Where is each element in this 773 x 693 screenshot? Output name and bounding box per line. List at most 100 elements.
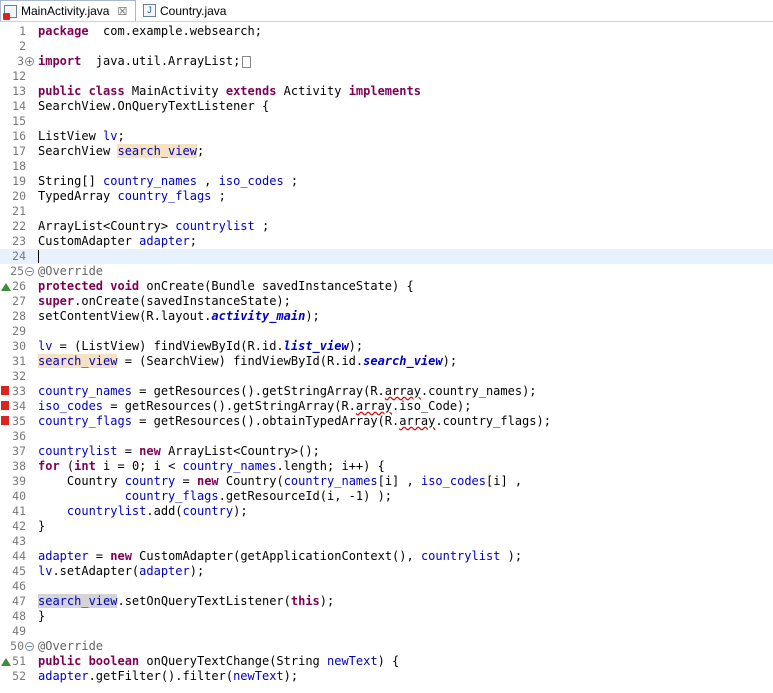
code-token: Country — [38, 474, 125, 488]
code-line[interactable]: 34 iso_codes = getResources().getStringAr… — [0, 399, 773, 414]
code-editor[interactable]: 1 package com.example.websearch; 2 3 + import… — [0, 24, 773, 693]
line-gutter: 16 — [0, 129, 34, 144]
code-token: ; — [254, 219, 270, 233]
code-line[interactable]: 26 protected void onCreate(Bundle savedIn… — [0, 279, 773, 294]
code-line[interactable]: 41 countrylist.add(country); — [0, 504, 773, 519]
close-icon[interactable]: ☒ — [117, 5, 127, 18]
line-gutter: 21 — [0, 204, 34, 219]
code-line[interactable]: 31 search_view = (SearchView) findViewByI… — [0, 354, 773, 369]
line-number: 39 — [12, 474, 26, 488]
line-number: 49 — [12, 624, 26, 638]
error-marker-icon[interactable] — [1, 386, 9, 395]
code-line[interactable]: 42} — [0, 519, 773, 534]
code-line[interactable]: 12 — [0, 69, 773, 84]
code-token: .add( — [146, 504, 183, 518]
line-number: 22 — [12, 219, 26, 233]
code-line[interactable]: 24 — [0, 249, 773, 264]
code-line[interactable]: 22 ArrayList<Country> countrylist ; — [0, 219, 773, 234]
line-gutter: 44 — [0, 549, 34, 564]
code-line[interactable]: 1 package com.example.websearch; — [0, 24, 773, 39]
code-line[interactable]: 43 — [0, 534, 773, 549]
code-token: .country_names); — [420, 384, 537, 398]
code-line[interactable]: 36 — [0, 429, 773, 444]
code-line[interactable]: 29 — [0, 324, 773, 339]
code-token: ) { — [377, 654, 400, 668]
code-line[interactable]: 46 — [0, 579, 773, 594]
code-line[interactable]: 2 — [0, 39, 773, 54]
line-number: 42 — [12, 519, 26, 533]
code-line[interactable]: 51 public boolean onQueryTextChange(Strin… — [0, 654, 773, 669]
code-token: country_names — [38, 384, 132, 398]
line-gutter: 46 — [0, 579, 34, 594]
code-token: adapter — [139, 564, 190, 578]
line-gutter: 38 — [0, 459, 34, 474]
code-token: iso_codes — [420, 474, 486, 488]
code-line[interactable]: 18 — [0, 159, 773, 174]
code-line[interactable]: 19 String[] country_names , iso_codes ; — [0, 174, 773, 189]
code-token: = getResources().getStringArray(R. — [103, 399, 356, 413]
line-number: 37 — [12, 444, 26, 458]
code-token: new — [110, 549, 132, 563]
code-token: search_view — [363, 354, 443, 368]
code-line[interactable]: 44 adapter = new CustomAdapter(getApplica… — [0, 549, 773, 564]
tab-mainactivity-java[interactable]: MainActivity.java ☒ — [0, 0, 136, 21]
override-marker-icon[interactable] — [1, 283, 11, 291]
line-gutter: 2 — [0, 39, 34, 54]
line-number: 48 — [12, 609, 26, 623]
code-text: countrylist.add(country); — [38, 504, 248, 519]
expand-fold-icon[interactable]: + — [25, 57, 34, 66]
line-number: 34 — [12, 399, 26, 413]
collapse-fold-icon[interactable]: − — [25, 267, 34, 276]
code-line[interactable]: 25− @Override — [0, 264, 773, 279]
code-line[interactable]: 37 countrylist = new ArrayList<Country>()… — [0, 444, 773, 459]
code-line[interactable]: 32 — [0, 369, 773, 384]
code-line[interactable]: 14 SearchView.OnQueryTextListener { — [0, 99, 773, 114]
error-marker-icon[interactable] — [1, 401, 9, 410]
code-line[interactable]: 17 SearchView search_view; — [0, 144, 773, 159]
code-line[interactable]: 20 TypedArray country_flags ; — [0, 189, 773, 204]
code-token: ( — [59, 459, 75, 473]
code-line[interactable]: 52 adapter.getFilter().filter(newText); — [0, 669, 773, 684]
override-marker-icon[interactable] — [1, 658, 11, 666]
code-line[interactable]: 45 lv.setAdapter(adapter); — [0, 564, 773, 579]
code-line[interactable]: 16 ListView lv; — [0, 129, 773, 144]
line-gutter: 47 — [0, 594, 34, 609]
code-token: ); — [442, 354, 458, 368]
code-line[interactable]: 40 country_flags.getResourceId(i, -1) ); — [0, 489, 773, 504]
code-line[interactable]: 50− @Override — [0, 639, 773, 654]
line-number: 14 — [12, 99, 26, 113]
collapse-fold-icon[interactable]: − — [25, 642, 34, 651]
code-line[interactable]: 49 — [0, 624, 773, 639]
code-line[interactable]: 3 + import java.util.ArrayList; — [0, 54, 773, 69]
code-line[interactable]: 28 setContentView(R.layout.activity_main)… — [0, 309, 773, 324]
code-token: new — [139, 444, 161, 458]
code-token: = — [88, 549, 111, 563]
code-line[interactable]: 33 country_names = getResources().getStri… — [0, 384, 773, 399]
code-token: com.example.websearch; — [88, 24, 262, 38]
code-line[interactable]: 47 search_view.setOnQueryTextListener(thi… — [0, 594, 773, 609]
line-number: 32 — [12, 369, 26, 383]
code-line[interactable]: 15 — [0, 114, 773, 129]
java-file-icon: J — [143, 4, 156, 17]
code-token: public class — [38, 84, 125, 98]
error-marker-icon[interactable] — [1, 416, 9, 425]
code-line[interactable]: 21 — [0, 204, 773, 219]
code-line[interactable]: 27 super.onCreate(savedInstanceState); — [0, 294, 773, 309]
code-line[interactable]: 30 lv = (ListView) findViewById(R.id.list… — [0, 339, 773, 354]
code-line[interactable]: 13 public class MainActivity extends Acti… — [0, 84, 773, 99]
code-line[interactable]: 35 country_flags = getResources().obtainT… — [0, 414, 773, 429]
code-token: Country( — [218, 474, 284, 488]
line-number: 19 — [12, 174, 26, 188]
line-gutter: 20 — [0, 189, 34, 204]
code-text: search_view = (SearchView) findViewById(… — [38, 354, 457, 369]
collapsed-imports-icon[interactable] — [242, 55, 252, 68]
code-line[interactable]: 23 CustomAdapter adapter; — [0, 234, 773, 249]
line-gutter: 34 — [0, 399, 34, 414]
tab-country-java[interactable]: J Country.java — [140, 0, 236, 21]
code-line[interactable]: 39 Country country = new Country(country… — [0, 474, 773, 489]
code-line[interactable]: 48} — [0, 609, 773, 624]
code-text: import java.util.ArrayList; — [38, 54, 252, 69]
code-token: .country_flags); — [435, 414, 551, 428]
code-text: lv = (ListView) findViewById(R.id.list_v… — [38, 339, 363, 354]
code-line[interactable]: 38 for (int i = 0; i < country_names.leng… — [0, 459, 773, 474]
